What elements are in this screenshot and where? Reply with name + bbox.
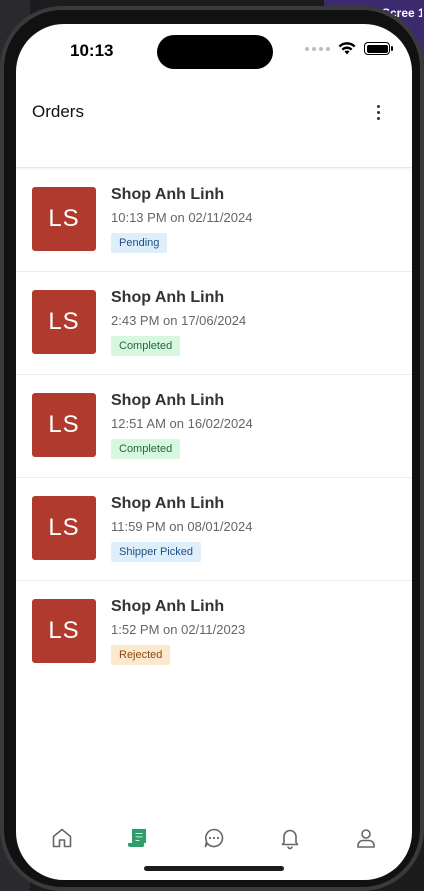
shop-name: Shop Anh Linh — [111, 598, 225, 615]
user-profile-icon — [357, 829, 375, 848]
order-timestamp: 10:13 PM on 02/11/2024 — [111, 210, 253, 225]
wifi-icon — [338, 42, 356, 55]
shop-name: Shop Anh Linh — [111, 289, 225, 306]
bell-icon — [281, 829, 299, 850]
order-row[interactable]: LS Shop Anh Linh 10:13 PM on 02/11/2024 … — [16, 169, 412, 272]
phone-frame: 10:13 Orders LS Shop Anh Linh 10:13 PM o… — [0, 6, 424, 891]
home-icon — [52, 828, 72, 848]
status-badge: Completed — [111, 439, 181, 459]
order-row[interactable]: LS Shop Anh Linh 2:43 PM on 17/06/2024 C… — [16, 272, 412, 375]
shop-name: Shop Anh Linh — [111, 392, 225, 409]
order-row[interactable]: LS Shop Anh Linh 12:51 AM on 16/02/2024 … — [16, 375, 412, 478]
page-title: Orders — [32, 102, 84, 121]
tab-notifications[interactable] — [270, 822, 310, 854]
bottom-tab-bar — [16, 818, 412, 858]
order-timestamp: 11:59 PM on 08/01/2024 — [111, 519, 253, 534]
more-vertical-icon — [376, 104, 380, 108]
cellular-signal-icon — [305, 46, 330, 51]
more-options-button[interactable] — [366, 100, 390, 124]
status-icons — [305, 42, 393, 55]
home-indicator — [144, 866, 284, 871]
orders-list: LS Shop Anh Linh 10:13 PM on 02/11/2024 … — [16, 169, 412, 684]
status-badge: Shipper Picked — [111, 542, 201, 562]
shop-name: Shop Anh Linh — [111, 186, 225, 203]
status-badge: Completed — [111, 336, 181, 356]
status-bar: 10:13 — [16, 24, 412, 80]
order-row[interactable]: LS Shop Anh Linh 1:52 PM on 02/11/2023 R… — [16, 581, 412, 684]
status-badge: Rejected — [111, 645, 171, 665]
shop-name: Shop Anh Linh — [111, 495, 225, 512]
app-header: Orders — [16, 80, 412, 168]
tab-home[interactable] — [42, 822, 82, 854]
order-timestamp: 2:43 PM on 17/06/2024 — [111, 313, 247, 328]
shop-avatar: LS — [32, 496, 96, 560]
tab-messages[interactable] — [194, 822, 234, 854]
orders-receipt-icon — [127, 829, 146, 847]
order-timestamp: 12:51 AM on 16/02/2024 — [111, 416, 253, 431]
chat-bubble-icon — [204, 828, 224, 848]
app-screen: 10:13 Orders LS Shop Anh Linh 10:13 PM o… — [16, 24, 412, 880]
order-timestamp: 1:52 PM on 02/11/2023 — [111, 622, 246, 637]
shop-avatar: LS — [32, 290, 96, 354]
tab-orders[interactable] — [118, 822, 158, 854]
status-time: 10:13 — [70, 41, 114, 60]
status-badge: Pending — [111, 233, 168, 253]
shop-avatar: LS — [32, 393, 96, 457]
battery-icon — [364, 42, 393, 55]
order-row[interactable]: LS Shop Anh Linh 11:59 PM on 08/01/2024 … — [16, 478, 412, 581]
dynamic-island — [157, 35, 273, 69]
tab-profile[interactable] — [346, 822, 386, 854]
shop-avatar: LS — [32, 599, 96, 663]
shop-avatar: LS — [32, 187, 96, 251]
